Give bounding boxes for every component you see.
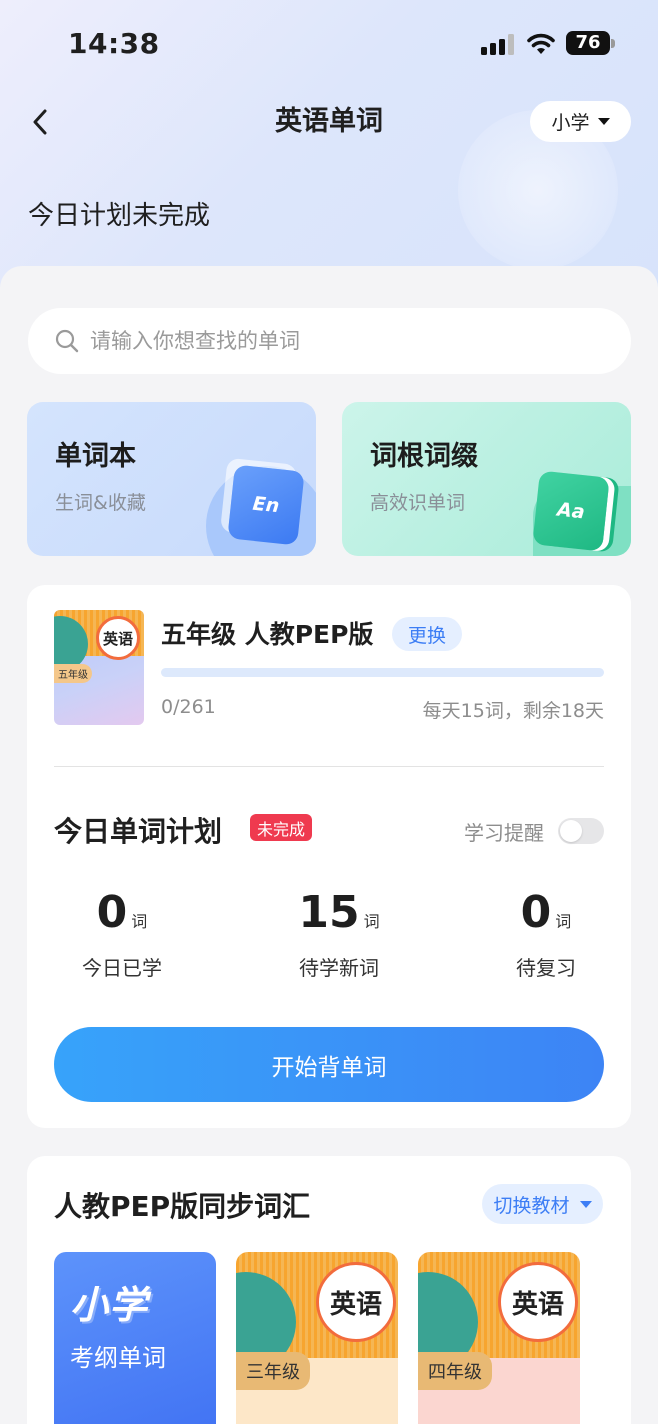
textbook-name: 五年级 人教PEP版 bbox=[161, 620, 374, 649]
start-memorizing-button[interactable]: 开始背单词 bbox=[54, 1027, 604, 1102]
stat-new-words: 15 词 待学新词 bbox=[284, 887, 394, 981]
vocabulary-book-title: 单词本 bbox=[55, 441, 136, 472]
exam-syllabus-book[interactable]: 小学 考纲单词 bbox=[54, 1252, 216, 1424]
english-book-icon: En bbox=[227, 464, 305, 546]
grade4-book[interactable]: 英语 四年级 bbox=[418, 1252, 580, 1424]
status-time: 14:38 bbox=[68, 27, 160, 60]
cover-grade-label: 五年级 bbox=[54, 664, 92, 683]
word-roots-subtitle: 高效识单词 bbox=[370, 492, 466, 514]
cover-grade-label: 三年级 bbox=[236, 1352, 310, 1390]
stat-value: 0 bbox=[96, 887, 128, 938]
daily-plan-title: 今日单词计划 bbox=[54, 815, 223, 848]
grade-selector[interactable]: 小学 bbox=[530, 101, 631, 142]
textbook-cover[interactable]: 英语 五年级 bbox=[54, 610, 144, 725]
stat-unit: 词 bbox=[131, 912, 148, 931]
stat-label: 待复习 bbox=[516, 956, 576, 980]
cover-subject-badge: 英语 bbox=[316, 1262, 396, 1342]
reminder-toggle[interactable] bbox=[558, 818, 604, 844]
progress-count: 0/261 bbox=[161, 696, 216, 718]
status-badge: 未完成 bbox=[250, 814, 313, 841]
stat-value: 15 bbox=[298, 887, 360, 938]
book-title: 小学 bbox=[70, 1283, 149, 1327]
stat-unit: 词 bbox=[555, 912, 572, 931]
switch-textbook-label: 切换教材 bbox=[493, 1194, 570, 1217]
stat-to-review: 0词 待复习 bbox=[491, 887, 601, 981]
stat-label: 今日已学 bbox=[82, 956, 162, 980]
toggle-knob bbox=[560, 820, 582, 842]
back-button[interactable] bbox=[22, 104, 58, 140]
plan-status-heading: 今日计划未完成 bbox=[28, 201, 211, 231]
word-roots-title: 词根词缀 bbox=[370, 441, 478, 472]
word-roots-card[interactable]: 词根词缀 高效识单词 Aa bbox=[342, 402, 631, 556]
grade3-book[interactable]: 英语 三年级 bbox=[236, 1252, 398, 1424]
caret-down-icon bbox=[579, 1200, 592, 1208]
battery-tip bbox=[611, 39, 615, 48]
cover-subject-badge: 英语 bbox=[498, 1262, 578, 1342]
chevron-left-icon bbox=[33, 109, 47, 135]
reminder-label: 学习提醒 bbox=[464, 821, 544, 845]
stat-value: 0 bbox=[520, 887, 552, 938]
vocabulary-book-card[interactable]: 单词本 生词&收藏 En bbox=[27, 402, 316, 556]
book-subtitle: 考纲单词 bbox=[70, 1344, 166, 1372]
status-bar: 14:38 76 bbox=[0, 0, 658, 88]
progress-bar bbox=[161, 668, 604, 677]
search-input[interactable] bbox=[90, 329, 570, 353]
cellular-signal-icon bbox=[481, 33, 515, 55]
change-textbook-button[interactable]: 更换 bbox=[392, 617, 462, 651]
stat-learned-today: 0词 今日已学 bbox=[67, 887, 177, 981]
wifi-icon bbox=[527, 33, 555, 54]
study-plan-panel: 英语 五年级 五年级 人教PEP版 更换 0/261 每天15词，剩余18天 今… bbox=[27, 585, 631, 1128]
cover-subject-badge: 英语 bbox=[96, 616, 140, 660]
divider bbox=[54, 766, 604, 767]
stat-label: 待学新词 bbox=[299, 956, 379, 980]
caret-down-icon bbox=[597, 118, 610, 125]
cover-grade-label: 四年级 bbox=[418, 1352, 492, 1390]
dictionary-book-icon: Aa bbox=[532, 470, 610, 552]
search-icon bbox=[55, 329, 79, 353]
sync-vocabulary-title: 人教PEP版同步词汇 bbox=[54, 1190, 311, 1223]
search-bar[interactable] bbox=[28, 308, 631, 374]
stat-unit: 词 bbox=[363, 912, 380, 931]
daily-plan-note: 每天15词，剩余18天 bbox=[422, 700, 604, 722]
grade-selector-label: 小学 bbox=[551, 112, 590, 134]
battery-indicator: 76 bbox=[566, 31, 610, 55]
sync-vocabulary-panel: 人教PEP版同步词汇 切换教材 小学 考纲单词 英语 三年级 英语 四年级 bbox=[27, 1156, 631, 1424]
vocabulary-book-subtitle: 生词&收藏 bbox=[55, 492, 146, 514]
switch-textbook-button[interactable]: 切换教材 bbox=[482, 1184, 603, 1224]
